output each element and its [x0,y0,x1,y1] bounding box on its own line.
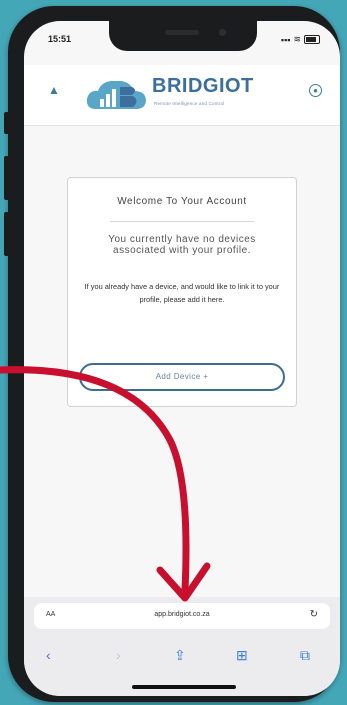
status-time: 15:51 [48,34,72,44]
forward-icon[interactable]: › [116,647,121,663]
status-icons: ▪▪▪ ≋ [281,34,320,45]
url-field[interactable]: AA app.bridgiot.co.za ↻ [34,603,330,629]
wifi-icon: ≋ [293,34,301,44]
back-icon[interactable]: ‹ [46,647,51,663]
logo-wordmark: BRIDGIOT [152,75,254,97]
phone-frame: 15:51 ▪▪▪ ≋ ▲ BRIDGIOT Remote Intelligen… [4,6,340,702]
battery-icon [304,35,320,44]
home-icon[interactable]: ▲ [48,83,60,97]
stage: 15:51 ▪▪▪ ≋ ▲ BRIDGIOT Remote Intelligen… [0,0,347,705]
card-divider [110,221,254,222]
share-icon[interactable]: ⇪ [174,647,186,664]
url-text[interactable]: app.bridgiot.co.za [34,611,330,618]
welcome-card: Welcome To Your Account You currently ha… [67,177,297,407]
account-icon[interactable]: ● [309,84,322,97]
speaker [165,30,199,35]
home-indicator [132,685,236,689]
reload-icon[interactable]: ↻ [310,609,318,620]
safari-address-bar: AA app.bridgiot.co.za ↻ [24,597,340,637]
add-device-button[interactable]: Add Device + [79,363,285,391]
tabs-icon[interactable]: ⧉ [300,647,310,664]
phone-screen: 15:51 ▪▪▪ ≋ ▲ BRIDGIOT Remote Intelligen… [24,21,340,696]
front-camera [219,29,226,36]
mute-switch [4,112,9,134]
bookmarks-icon[interactable]: ⊞ [236,647,248,664]
bridgiot-logo[interactable]: BRIDGIOT Remote Intelligence and Control [86,73,286,115]
signal-icon: ▪▪▪ [280,34,291,45]
card-title: Welcome To Your Account [117,196,247,207]
no-devices-message: You currently have no devices associated… [108,234,256,256]
app-header: ▲ BRIDGIOT Remote Intelligence and Contr… [24,65,340,126]
volume-up-button [4,156,9,200]
volume-down-button [4,212,9,256]
add-device-hint: If you already have a device, and would … [84,282,280,304]
notch [109,21,257,51]
logo-tagline: Remote Intelligence and Control [154,101,225,106]
cloud-logo-icon [86,80,146,109]
